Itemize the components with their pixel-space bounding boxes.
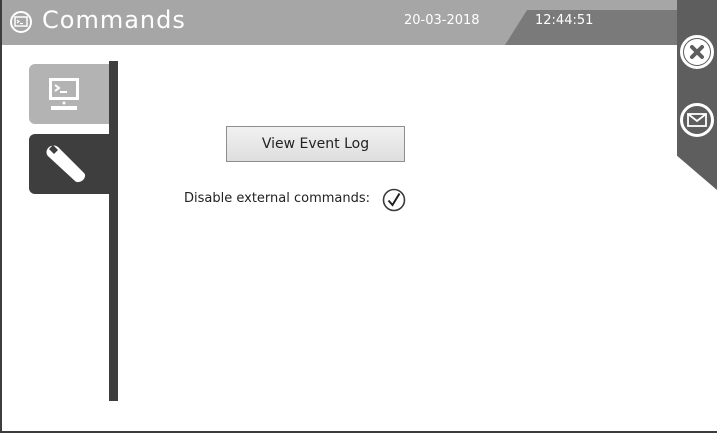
time-display: 12:44:51: [535, 13, 594, 28]
mail-icon: [687, 113, 707, 127]
disable-external-commands-checkbox[interactable]: [382, 188, 406, 212]
page-title: Commands: [42, 6, 186, 34]
close-icon: [684, 39, 710, 65]
view-event-log-button[interactable]: View Event Log: [226, 126, 405, 162]
close-button[interactable]: [680, 35, 714, 69]
sidebar-rail: [109, 61, 118, 401]
mail-button[interactable]: [680, 103, 714, 137]
tab-terminal[interactable]: [29, 64, 109, 124]
disable-external-commands-label: Disable external commands:: [184, 191, 371, 206]
terminal-icon: [10, 11, 32, 33]
window-border-left: [0, 0, 2, 433]
wrench-icon: [46, 145, 86, 183]
monitor-terminal-icon: [49, 78, 79, 110]
date-display: 20-03-2018: [404, 13, 480, 28]
right-action-bar: [677, 0, 717, 190]
tab-tools[interactable]: [29, 134, 109, 194]
